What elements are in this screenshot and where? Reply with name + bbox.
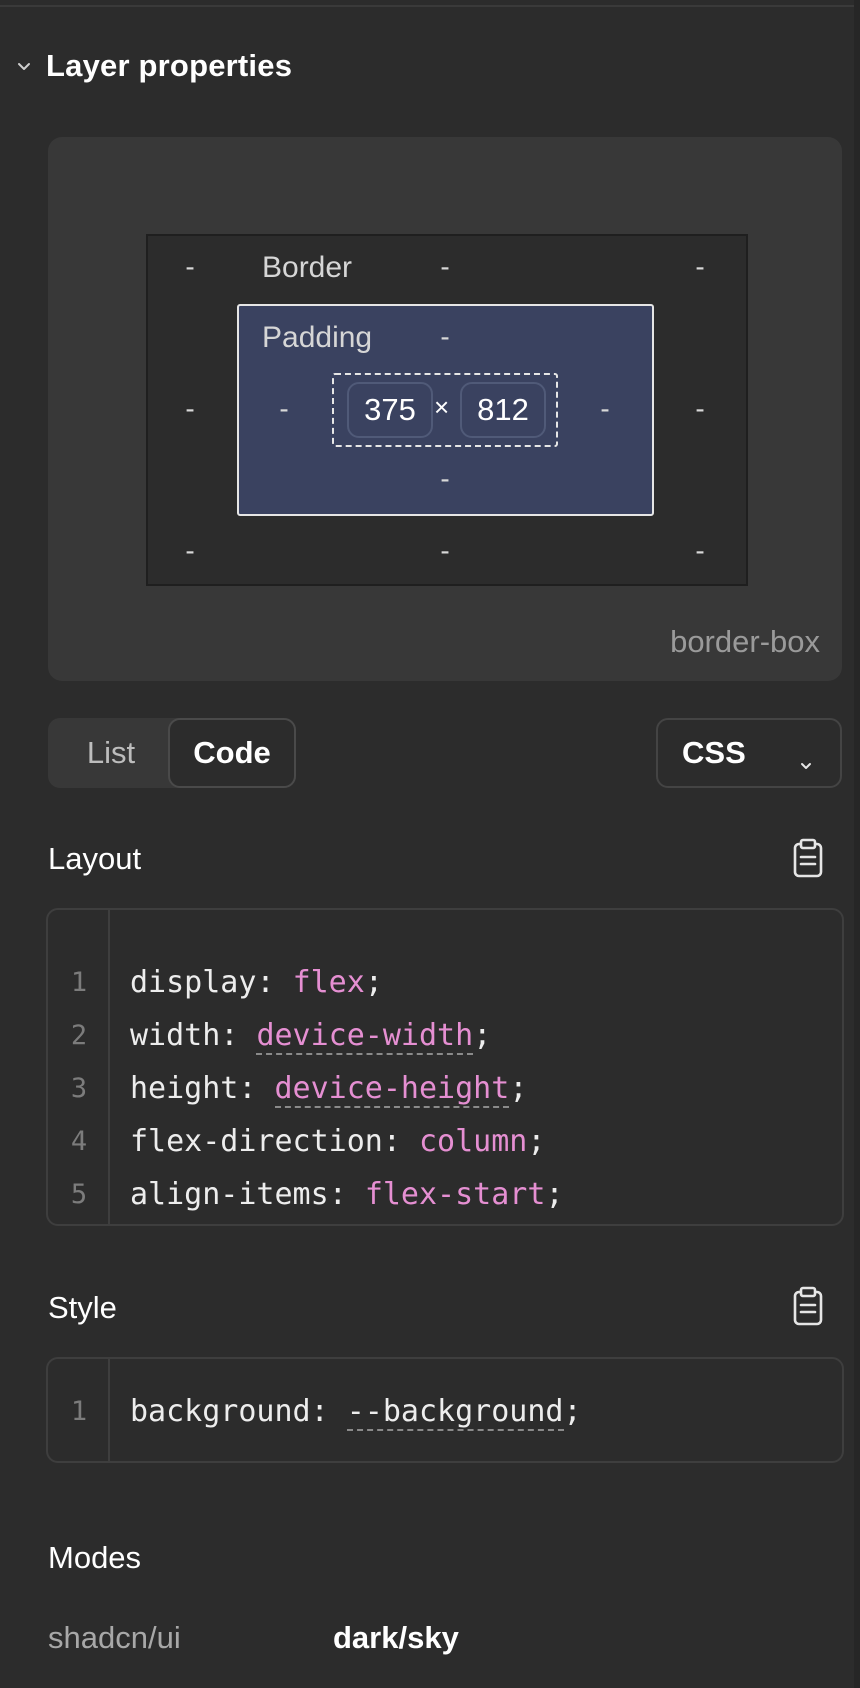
height-input[interactable]: 812 (460, 382, 546, 438)
size-separator: × (434, 392, 450, 422)
css-token-value[interactable]: device-width (256, 1017, 474, 1055)
mode-value[interactable]: dark/sky (333, 1620, 459, 1656)
border-top-value[interactable]: - (435, 253, 455, 281)
code-text: background: --background; (130, 1393, 582, 1431)
line-number: 1 (70, 966, 88, 998)
border-label: Border (262, 251, 353, 284)
css-property: height (130, 1070, 239, 1106)
css-property: background (130, 1393, 311, 1429)
language-select[interactable]: CSS (656, 718, 842, 788)
tab-list[interactable]: List (56, 718, 166, 788)
layout-title: Layout (48, 841, 142, 876)
border-top-left-value[interactable]: - (180, 253, 200, 281)
panel-edge (854, 0, 860, 1688)
border-bottom-value[interactable]: - (435, 537, 455, 565)
padding-label: Padding (262, 321, 373, 354)
clipboard-icon[interactable] (790, 1286, 826, 1328)
code-line: 1 display: flex; (48, 962, 383, 1002)
top-divider (0, 5, 860, 7)
css-value: column (419, 1123, 528, 1159)
line-number: 3 (70, 1072, 88, 1104)
chevron-down-icon[interactable] (14, 56, 34, 76)
code-line: 2 width: device-width; (48, 1015, 491, 1055)
border-bottom-right-value[interactable]: - (690, 537, 710, 565)
layer-properties-header[interactable]: Layer properties (14, 44, 292, 88)
css-property: align-items (130, 1176, 329, 1212)
border-bottom-left-value[interactable]: - (180, 537, 200, 565)
padding-top-value[interactable]: - (435, 323, 455, 351)
css-property: width (130, 1017, 221, 1053)
line-number: 4 (70, 1125, 88, 1157)
padding-bottom-value[interactable]: - (435, 465, 455, 493)
tab-code[interactable]: Code (168, 718, 296, 788)
mode-collection-name: shadcn/ui (48, 1620, 181, 1655)
panel-title: Layer properties (46, 48, 293, 83)
box-sizing-label: border-box (670, 624, 820, 659)
layout-code-block[interactable]: 1 display: flex; 2 width: device-width; … (46, 908, 844, 1226)
css-value: flex (292, 964, 365, 1000)
code-text: height: device-height; (130, 1070, 528, 1108)
css-property: display (130, 964, 257, 1000)
code-line: 1 background: --background; (48, 1391, 582, 1431)
line-number: 1 (70, 1395, 88, 1427)
code-text: align-items: flex-start; (130, 1176, 564, 1212)
line-number: 5 (70, 1178, 88, 1210)
padding-left-value[interactable]: - (274, 395, 294, 423)
padding-right-value[interactable]: - (595, 395, 615, 423)
code-line: 5 align-items: flex-start; (48, 1174, 564, 1214)
border-left-value[interactable]: - (180, 395, 200, 423)
code-text: width: device-width; (130, 1017, 492, 1055)
language-select-value: CSS (682, 735, 746, 770)
border-right-value[interactable]: - (690, 395, 710, 423)
view-toggle: List Code (48, 718, 296, 788)
css-property: flex-direction (130, 1123, 383, 1159)
code-line: 4 flex-direction: column; (48, 1121, 546, 1161)
code-text: flex-direction: column; (130, 1123, 546, 1159)
modes-title: Modes (48, 1540, 142, 1575)
code-text: display: flex; (130, 964, 383, 1000)
css-token-value[interactable]: device-height (274, 1070, 510, 1108)
code-line: 3 height: device-height; (48, 1068, 527, 1108)
chevron-down-icon (798, 746, 814, 782)
style-code-block[interactable]: 1 background: --background; (46, 1357, 844, 1463)
css-token-value[interactable]: --background (346, 1393, 564, 1431)
border-top-right-value[interactable]: - (690, 253, 710, 281)
line-number: 2 (70, 1019, 88, 1051)
css-value: flex-start (364, 1176, 546, 1212)
clipboard-icon[interactable] (790, 838, 826, 880)
width-input[interactable]: 375 (347, 382, 433, 438)
style-title: Style (48, 1290, 117, 1325)
